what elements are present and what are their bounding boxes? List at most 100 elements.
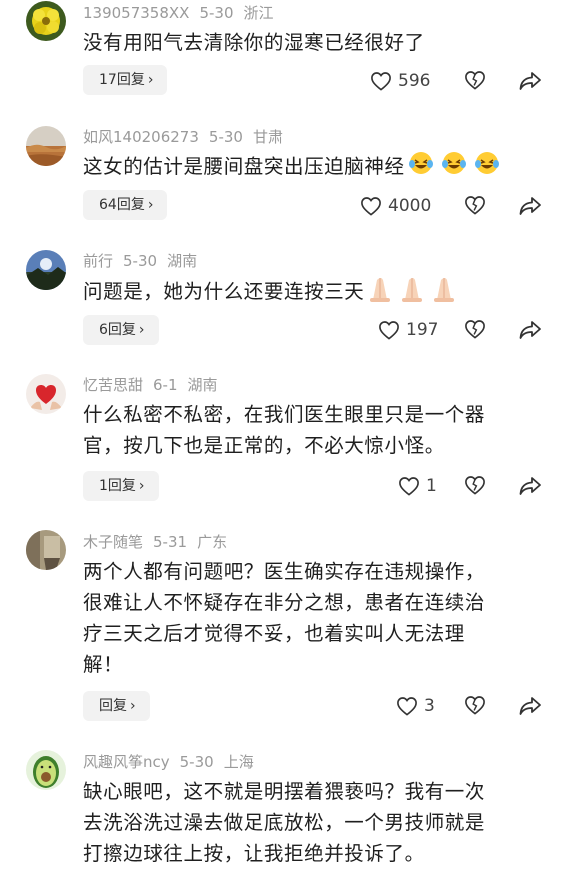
share-arrow-icon: [519, 197, 541, 215]
chevron-right-icon: ›: [147, 72, 154, 88]
share-button[interactable]: [518, 695, 542, 721]
view-replies-button[interactable]: 1回复 ›: [83, 471, 159, 501]
reply-count-label: 17回复: [99, 72, 145, 88]
comment-date: 5-31: [153, 533, 188, 551]
view-replies-button[interactable]: 17回复 ›: [83, 65, 168, 95]
comment-text-line: 官，按几下也是正常的，不必大惊小怪。: [83, 434, 445, 457]
comment-location: 浙江: [243, 4, 274, 22]
chevron-right-icon: ›: [130, 698, 136, 714]
broken-heart-icon: [465, 476, 485, 495]
comment-text-line: 疗三天之后才觉得不妥，也着实叫人无法理: [83, 622, 465, 645]
like-button[interactable]: 4000: [360, 191, 431, 221]
comment-text-line: 去洗浴洗过澡去做足底放松，一个男技师就是: [83, 811, 486, 834]
share-arrow-icon: [519, 321, 541, 339]
broken-heart-icon: [465, 696, 485, 715]
like-count: 1: [426, 476, 437, 496]
dislike-button[interactable]: [464, 195, 486, 219]
comment-meta: 前行 5-30 湖南: [83, 251, 207, 271]
comment-text-line: 两个人都有问题吧？医生确实存在违规操作，: [83, 560, 486, 583]
share-button[interactable]: [518, 475, 542, 501]
dislike-button[interactable]: [464, 475, 486, 499]
reply-count-label: 6回复: [99, 322, 136, 338]
dislike-button[interactable]: [464, 695, 486, 719]
username[interactable]: 前行: [83, 252, 113, 270]
comment-meta: 风趣风筝ncy 5-30 上海: [83, 752, 264, 772]
comment-actions: 596: [370, 66, 545, 96]
heart-outline-icon: [361, 197, 381, 216]
comment-text: 什么私密不私密，在我们医生眼里只是一个器 官，按几下也是正常的，不必大惊小怪。: [83, 399, 533, 461]
broken-heart-icon: [465, 196, 485, 215]
heart-outline-icon: [379, 321, 399, 340]
view-replies-button[interactable]: 回复 ›: [83, 691, 150, 721]
dislike-button[interactable]: [464, 319, 486, 343]
comment-meta: 139057358XX 5-30 浙江: [83, 3, 284, 23]
heart-outline-icon: [397, 697, 417, 716]
comment-location: 湖南: [167, 252, 198, 270]
comment-actions: 1: [370, 471, 545, 501]
comment-text-line: 解！: [83, 653, 124, 676]
comment-location: 上海: [223, 753, 254, 771]
landscape-avatar[interactable]: [26, 250, 66, 290]
comment-date: 6-1: [153, 376, 178, 394]
broken-heart-icon: [465, 320, 485, 339]
desert-avatar[interactable]: [26, 126, 66, 166]
yellow-flower-avatar[interactable]: [26, 1, 66, 41]
share-arrow-icon: [519, 72, 541, 90]
share-arrow-icon: [519, 477, 541, 495]
comment-text-line: 什么私密不私密，在我们医生眼里只是一个器: [83, 403, 486, 426]
comment-date: 5-30: [123, 252, 158, 270]
comment-meta: 如风140206273 5-30 甘肃: [83, 127, 293, 147]
heart-outline-icon: [399, 477, 419, 496]
comment-text: 没有用阳气去清除你的湿寒已经很好了: [83, 31, 425, 54]
heart-outline-icon: [371, 72, 391, 91]
like-count: 197: [406, 320, 439, 340]
comment-text-line: 打擦边球往上按，让我拒绝并投诉了。: [83, 842, 425, 865]
like-button[interactable]: 197: [378, 315, 438, 345]
chevron-right-icon: ›: [147, 197, 154, 213]
share-arrow-icon: [519, 697, 541, 715]
like-count: 3: [424, 696, 435, 716]
share-button[interactable]: [518, 319, 542, 345]
comment-actions: 197: [370, 315, 545, 345]
comment-actions: 3: [370, 691, 545, 721]
comment-date: 5-30: [199, 4, 234, 22]
comment-text: 缺心眼吧，这不就是明摆着猥亵吗？我有一次 去洗浴洗过澡去做足底放松，一个男技师就…: [83, 776, 533, 869]
comment-text: 这女的估计是腰间盘突出压迫脑神经: [83, 150, 533, 185]
username[interactable]: 如风140206273: [83, 128, 199, 146]
heart-hands-avatar[interactable]: [26, 374, 66, 414]
broken-heart-icon: [465, 71, 485, 90]
share-button[interactable]: [518, 70, 542, 96]
like-button[interactable]: 596: [370, 66, 430, 96]
like-button[interactable]: 3: [396, 691, 435, 721]
avocado-avatar[interactable]: [26, 750, 66, 790]
comment-text: 问题是，她为什么还要连按三天: [83, 274, 533, 311]
sepia-photo-avatar[interactable]: [26, 530, 66, 570]
share-button[interactable]: [518, 195, 542, 221]
comment-meta: 忆苦思甜 6-1 湖南: [83, 375, 228, 395]
comment-location: 甘肃: [252, 128, 283, 146]
view-replies-button[interactable]: 6回复 ›: [83, 315, 159, 345]
username[interactable]: 风趣风筝ncy: [83, 753, 170, 771]
chevron-right-icon: ›: [138, 478, 145, 494]
laughing-crying-face-icon: [408, 150, 502, 185]
comment-actions: 4000: [361, 191, 545, 221]
reply-count-label: 64回复: [99, 197, 145, 213]
comment-location: 湖南: [187, 376, 218, 394]
view-replies-button[interactable]: 64回复 ›: [83, 190, 168, 220]
comment-date: 5-30: [208, 128, 243, 146]
username[interactable]: 忆苦思甜: [83, 376, 143, 394]
comment-location: 广东: [197, 533, 228, 551]
like-button[interactable]: 1: [398, 471, 437, 501]
username[interactable]: 木子随笔: [83, 533, 143, 551]
comment-date: 5-30: [179, 753, 214, 771]
reply-count-label: 回复: [99, 698, 127, 714]
dislike-button[interactable]: [464, 70, 486, 94]
like-count: 4000: [388, 196, 432, 216]
comment-text-content: 问题是，她为什么还要连按三天: [83, 280, 365, 303]
username[interactable]: 139057358XX: [83, 4, 189, 22]
comment-text-line: 缺心眼吧，这不就是明摆着猥亵吗？我有一次: [83, 780, 486, 803]
chevron-right-icon: ›: [138, 322, 145, 338]
like-count: 596: [398, 71, 431, 91]
praying-hands-icon: [367, 274, 459, 311]
comment-text-content: 这女的估计是腰间盘突出压迫脑神经: [83, 155, 405, 178]
